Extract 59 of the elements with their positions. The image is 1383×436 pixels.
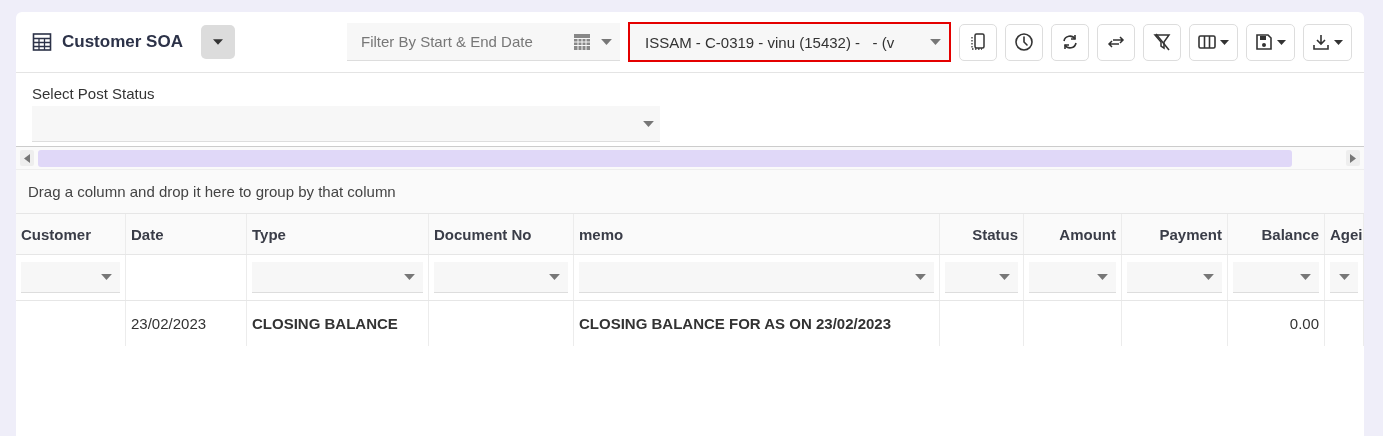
right-arrow-icon: [1350, 153, 1356, 163]
column-header[interactable]: Amount: [1024, 214, 1122, 254]
column-header[interactable]: Status: [940, 214, 1024, 254]
mobile-icon: [969, 32, 987, 52]
refresh-button[interactable]: [1051, 23, 1089, 61]
scroll-left-button[interactable]: [20, 150, 34, 166]
save-button[interactable]: [1246, 23, 1295, 61]
calendar-icon: [573, 33, 591, 51]
customer-select[interactable]: ISSAM - C-0319 - vinu (15432) - - (v: [628, 22, 951, 62]
table-icon: [32, 32, 52, 52]
scrollbar-thumb[interactable]: [38, 149, 1292, 167]
download-button[interactable]: [1303, 23, 1352, 61]
field-label: Select Post Status: [32, 85, 156, 102]
caret-icon: [930, 39, 941, 45]
filter-clear-icon: [1152, 32, 1172, 52]
table-cell: CLOSING BALANCE: [252, 315, 398, 332]
column-header[interactable]: Agei: [1325, 214, 1364, 254]
clock-icon: [1014, 32, 1034, 52]
filter-clear-button[interactable]: [1143, 23, 1181, 61]
page-title: Customer SOA: [62, 32, 183, 52]
left-arrow-icon: [24, 153, 30, 163]
filter-dropdown[interactable]: [1330, 262, 1358, 293]
caret-icon: [1300, 274, 1311, 280]
caret-icon: [1203, 274, 1214, 280]
caret-icon: [212, 39, 223, 45]
column-header[interactable]: Type: [247, 214, 429, 254]
download-icon: [1312, 33, 1330, 51]
column-header[interactable]: Payment: [1122, 214, 1228, 254]
swap-button[interactable]: [1097, 23, 1135, 61]
caret-icon: [1277, 39, 1286, 45]
table-cell: 0.00: [1289, 315, 1319, 332]
scroll-right-button[interactable]: [1346, 150, 1360, 166]
caret-icon: [404, 274, 415, 280]
caret-icon: [601, 39, 612, 45]
columns-button[interactable]: [1189, 23, 1238, 61]
column-header[interactable]: memo: [574, 214, 940, 254]
column-header[interactable]: Document No: [429, 214, 574, 254]
caret-icon: [101, 274, 112, 280]
column-header[interactable]: Customer: [16, 214, 126, 254]
refresh-icon: [1060, 32, 1080, 52]
caret-icon: [1334, 39, 1343, 45]
table-cell: 23/02/2023: [131, 315, 207, 332]
mobile-button[interactable]: [959, 23, 997, 61]
caret-icon: [643, 120, 654, 127]
column-header[interactable]: Balance: [1228, 214, 1325, 254]
caret-icon: [549, 274, 560, 280]
caret-icon: [1339, 274, 1350, 280]
group-panel-hint: Drag a column and drop it here to group by that column: [28, 183, 396, 200]
clock-button[interactable]: [1005, 23, 1043, 61]
columns-icon: [1198, 34, 1216, 50]
caret-icon: [999, 274, 1010, 280]
title-dropdown-button[interactable]: [200, 25, 235, 59]
table-cell: CLOSING BALANCE FOR AS ON 23/02/2023: [579, 315, 892, 332]
column-header[interactable]: Date: [126, 214, 247, 254]
caret-icon: [1097, 274, 1108, 280]
caret-icon: [915, 274, 926, 280]
caret-icon: [1220, 39, 1229, 45]
date-range-field[interactable]: Filter By Start & End Date: [347, 23, 620, 61]
save-icon: [1255, 33, 1273, 51]
